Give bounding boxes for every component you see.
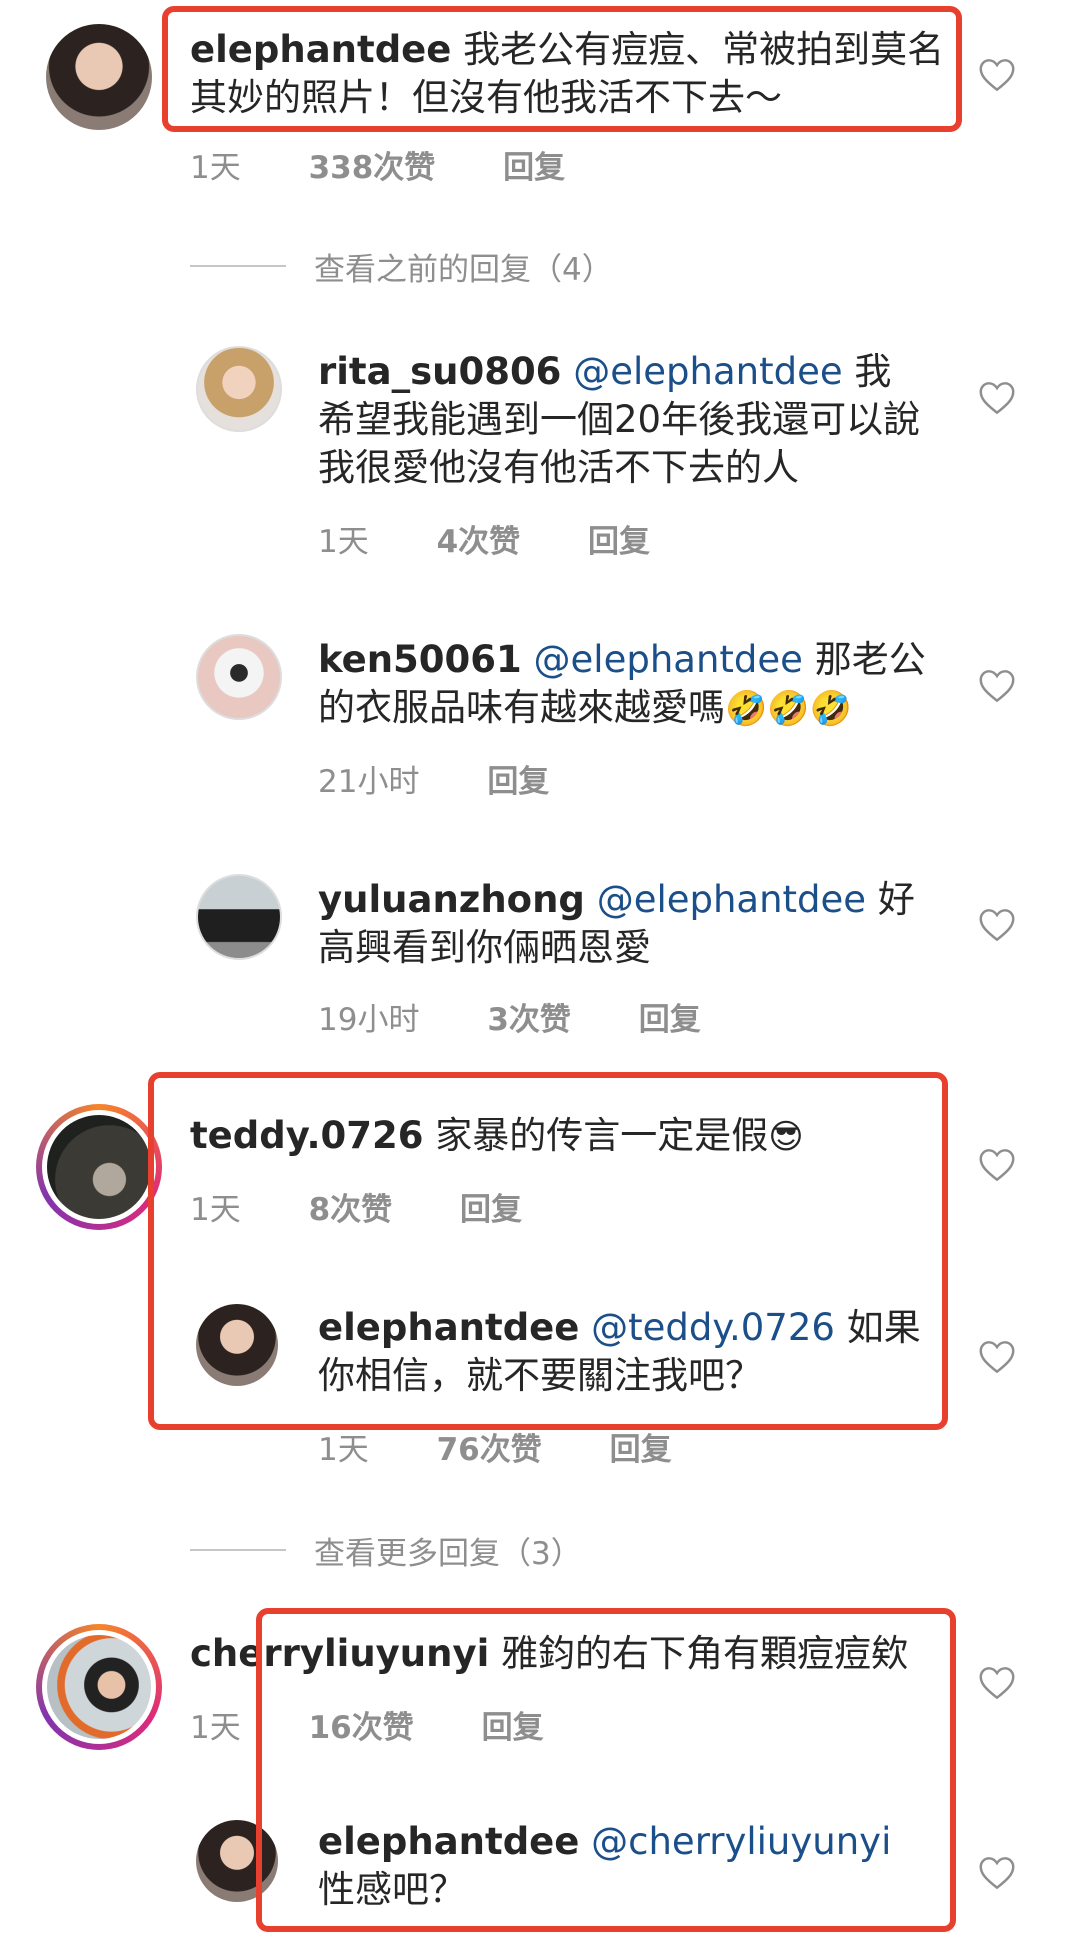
view-previous-label[interactable]: 查看之前的回复（4） <box>314 244 613 289</box>
likes-count[interactable]: 338次赞 <box>309 142 436 187</box>
reply-meta: 1天 4次赞 回复 <box>318 516 708 561</box>
reply-time: 19小时 <box>318 1002 420 1038</box>
avatar[interactable] <box>196 346 282 432</box>
emoji-laughing: 🤣🤣🤣 <box>725 689 853 729</box>
comment-meta: 1天 16次赞 回复 <box>190 1702 602 1747</box>
reply-mention[interactable]: @cherryliuyunyi <box>591 1820 891 1863</box>
divider-line <box>190 1549 286 1551</box>
reply-button[interactable]: 回复 <box>460 1184 522 1229</box>
reply-button[interactable]: 回复 <box>503 142 565 187</box>
reply-text: rita_su0806 @elephantdee 我希望我能遇到一個20年後我還… <box>318 348 928 492</box>
avatar[interactable] <box>196 1820 278 1902</box>
comment-body: 雅鈞的右下角有顆痘痘欸 <box>501 1632 909 1675</box>
comment-text: teddy.0726 家暴的传言一定是假😎 <box>190 1112 950 1161</box>
emoji-sunglasses: 😎 <box>768 1117 804 1157</box>
likes-count[interactable]: 3次赞 <box>487 994 571 1039</box>
likes-count[interactable]: 8次赞 <box>309 1184 393 1229</box>
likes-count[interactable]: 16次赞 <box>309 1702 414 1747</box>
reply-text: ken50061 @elephantdee 那老公的衣服品味有越來越愛嗎🤣🤣🤣 <box>318 636 938 733</box>
avatar[interactable] <box>196 874 282 960</box>
reply-text: yuluanzhong @elephantdee 好高興看到你倆晒恩愛 <box>318 876 938 972</box>
reply-button[interactable]: 回复 <box>639 994 701 1039</box>
avatar[interactable] <box>196 634 282 720</box>
reply-meta: 19小时 3次赞 回复 <box>318 994 759 1039</box>
comment-meta: 1天 338次赞 回复 <box>190 142 623 187</box>
reply-text: elephantdee @cherryliuyunyi 性感吧？ <box>318 1818 938 1914</box>
reply-username[interactable]: elephantdee <box>318 1820 579 1863</box>
comment-time: 1天 <box>190 1710 241 1746</box>
reply-time: 21小时 <box>318 764 420 800</box>
avatar <box>47 1635 151 1739</box>
likes-count[interactable]: 76次赞 <box>437 1424 542 1469</box>
comment-username[interactable]: teddy.0726 <box>190 1114 424 1157</box>
heart-icon[interactable] <box>978 381 1016 415</box>
comment-body: 家暴的传言一定是假 <box>435 1114 769 1157</box>
avatar[interactable] <box>46 24 152 130</box>
reply-button[interactable]: 回复 <box>610 1424 672 1469</box>
reply-button[interactable]: 回复 <box>482 1702 544 1747</box>
reply-mention[interactable]: @teddy.0726 <box>591 1306 835 1349</box>
reply-time: 1天 <box>318 524 369 560</box>
reply-username[interactable]: yuluanzhong <box>318 878 585 921</box>
view-previous-replies[interactable]: 查看之前的回复（4） <box>190 244 790 288</box>
reply-button[interactable]: 回复 <box>487 756 549 801</box>
divider-line <box>190 265 286 267</box>
avatar-story-ring[interactable] <box>36 1104 162 1230</box>
avatar <box>47 1115 151 1219</box>
reply-username[interactable]: elephantdee <box>318 1306 579 1349</box>
reply-mention[interactable]: @elephantdee <box>597 878 866 921</box>
comment-text: cherryliuyunyi 雅鈞的右下角有顆痘痘欸 <box>190 1630 950 1678</box>
avatar[interactable] <box>196 1304 278 1386</box>
reply-username[interactable]: ken50061 <box>318 638 522 681</box>
heart-icon[interactable] <box>978 908 1016 942</box>
view-more-label[interactable]: 查看更多回复（3） <box>314 1528 582 1573</box>
heart-icon[interactable] <box>978 1148 1016 1182</box>
reply-username[interactable]: rita_su0806 <box>318 350 561 393</box>
comment-time: 1天 <box>190 1192 241 1228</box>
reply-text: elephantdee @teddy.0726 如果你相信，就不要關注我吧？ <box>318 1304 938 1400</box>
reply-time: 1天 <box>318 1432 369 1468</box>
heart-icon[interactable] <box>978 1856 1016 1890</box>
comment-username[interactable]: cherryliuyunyi <box>190 1632 489 1675</box>
reply-meta: 1天 76次赞 回复 <box>318 1424 730 1469</box>
heart-icon[interactable] <box>978 1340 1016 1374</box>
comment-text: elephantdee 我老公有痘痘、常被拍到莫名其妙的照片！但沒有他我活不下去… <box>190 26 950 122</box>
view-more-replies[interactable]: 查看更多回复（3） <box>190 1528 790 1572</box>
comment-time: 1天 <box>190 150 241 186</box>
avatar-story-ring[interactable] <box>36 1624 162 1750</box>
heart-icon[interactable] <box>978 1666 1016 1700</box>
reply-meta: 21小时 回复 <box>318 756 607 801</box>
reply-body: 性感吧？ <box>318 1868 466 1911</box>
reply-mention[interactable]: @elephantdee <box>534 638 803 681</box>
heart-icon[interactable] <box>978 669 1016 703</box>
heart-icon[interactable] <box>978 58 1016 92</box>
reply-mention[interactable]: @elephantdee <box>573 350 842 393</box>
reply-button[interactable]: 回复 <box>588 516 650 561</box>
comment-meta: 1天 8次赞 回复 <box>190 1184 580 1229</box>
comment-username[interactable]: elephantdee <box>190 28 451 71</box>
likes-count[interactable]: 4次赞 <box>437 516 521 561</box>
